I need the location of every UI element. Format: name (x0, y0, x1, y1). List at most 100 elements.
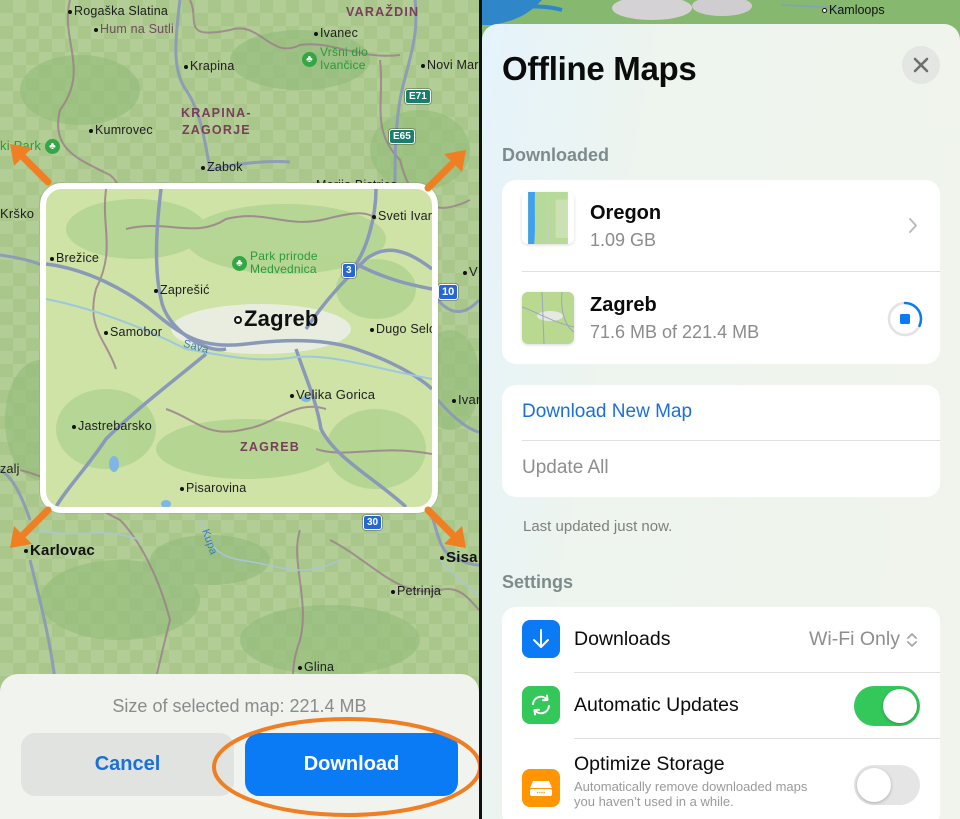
page-title: Offline Maps (502, 50, 697, 87)
map-selection-panel: Rogaška Slatina Hum na Sutli VARAŽDIN Iv… (0, 0, 479, 819)
park-label[interactable]: ♣ Park prirode Medvednica (232, 250, 318, 276)
resize-arrow-top-right-icon[interactable] (424, 146, 470, 192)
tree-icon: ♣ (232, 255, 247, 271)
place-dot-icon (89, 128, 93, 133)
stop-square-icon (900, 314, 910, 324)
map-label[interactable]: Samobor (104, 325, 162, 339)
selected-map-size: Size of selected map: 221.4 MB (112, 696, 367, 716)
close-button[interactable] (902, 46, 940, 84)
place-dot-icon (440, 556, 444, 561)
road-shield: E65 (389, 129, 415, 144)
place-dot-icon (201, 165, 205, 170)
map-region-label: KRAPINA- ZAGORJE (181, 106, 252, 137)
map-label[interactable]: Petrinja (391, 584, 441, 598)
place-dot-icon (452, 398, 456, 403)
zagreb-map-thumbnail (522, 292, 574, 344)
row-separator (522, 440, 940, 441)
map-label[interactable]: Brežice (50, 251, 99, 265)
place-dot-icon (421, 63, 425, 68)
map-label[interactable]: Krapina (184, 59, 235, 73)
actions-list: Download New Map Update All (502, 385, 940, 497)
map-region-label: VARAŽDIN (346, 5, 420, 19)
map-label[interactable]: Hum na Sutli (94, 22, 174, 36)
map-label[interactable]: Zaprešić (154, 283, 210, 297)
place-dot-icon (314, 31, 318, 36)
map-label[interactable]: Ivar (452, 392, 479, 407)
map-row-oregon[interactable]: Oregon 1.09 GB (502, 180, 940, 272)
download-new-map-button[interactable]: Download New Map (522, 401, 692, 423)
road-shield: 30 (363, 515, 383, 530)
update-all-button[interactable]: Update All (522, 457, 609, 479)
place-dot-icon (298, 665, 302, 670)
place-dot-icon (184, 64, 188, 69)
map-label[interactable]: Zabok (201, 160, 243, 174)
map-selection-area[interactable]: Sveti Ivan Zelina Brežice ♣Park prirodeM… (40, 183, 438, 513)
setting-label: Optimize Storage (574, 753, 725, 775)
setting-optimize-storage: Optimize Storage Automatically remove do… (502, 739, 940, 819)
oregon-map-thumbnail (528, 192, 568, 244)
place-dot-icon (372, 214, 376, 219)
map-label[interactable]: Pisarovina (180, 481, 246, 495)
map-region-label: ZAGREB (240, 440, 300, 454)
map-capital-label[interactable]: Zagreb (234, 306, 319, 332)
xmark-icon (913, 57, 929, 73)
place-dot-icon (94, 27, 98, 32)
toggle-knob (883, 689, 917, 723)
resize-arrow-bottom-right-icon[interactable] (424, 506, 470, 552)
downloaded-maps-list: Oregon 1.09 GB Zagreb 71.6 MB of 221.4 M… (502, 180, 940, 364)
selected-region-map (46, 189, 432, 507)
map-label[interactable]: Glina (298, 660, 334, 674)
place-dot-icon (391, 589, 395, 594)
map-label[interactable]: Jastrebarsko (72, 419, 152, 433)
settings-section-header: Settings (502, 572, 574, 592)
map-label[interactable]: Ivanec (314, 26, 358, 40)
resize-arrow-top-left-icon[interactable] (6, 140, 52, 186)
map-label[interactable]: Rogaška Slatina (68, 4, 168, 18)
setting-label: Automatic Updates (574, 694, 739, 716)
last-updated-text: Last updated just now. (523, 518, 673, 535)
place-dot-icon (822, 8, 827, 14)
offline-maps-panel: Kamloops Offline Maps Downloaded Oregon … (482, 0, 960, 819)
setting-description: Automatically remove downloaded maps you … (574, 779, 808, 809)
cancel-button[interactable]: Cancel (21, 733, 234, 796)
map-name: Oregon (590, 202, 662, 224)
map-label[interactable]: Kamloops (822, 3, 885, 17)
place-dot-icon (180, 486, 184, 491)
toggle-knob (857, 768, 891, 802)
place-dot-icon (50, 256, 54, 261)
download-button[interactable]: Download (245, 733, 458, 796)
optimize-storage-toggle[interactable] (854, 765, 920, 805)
place-dot-icon (68, 9, 72, 14)
park-label[interactable]: ♣ Vršni dio Ivančice (302, 46, 368, 72)
road-shield: E71 (405, 89, 431, 104)
map-label[interactable]: Dugo Selo (370, 322, 432, 336)
map-label[interactable]: zalj (0, 462, 20, 476)
map-label[interactable]: Velika Gorica (290, 387, 375, 402)
place-dot-icon (72, 424, 76, 429)
map-label[interactable]: Krško (0, 206, 34, 221)
map-download-progress-text: 71.6 MB of 221.4 MB (590, 322, 760, 342)
road-shield: 3 (342, 263, 356, 278)
chevron-right-icon (909, 218, 917, 233)
setting-downloads[interactable]: Downloads Wi-Fi Only (502, 607, 940, 673)
map-label[interactable]: Sveti Ivan Zelina (372, 209, 432, 223)
map-label[interactable]: V (463, 264, 478, 279)
map-label[interactable]: Kumrovec (89, 123, 153, 137)
setting-automatic-updates: Automatic Updates (502, 673, 940, 739)
settings-list: Downloads Wi-Fi Only Automatic Updates O… (502, 607, 940, 819)
offline-maps-sheet: Offline Maps Downloaded Oregon 1.09 GB Z… (482, 24, 960, 819)
map-size: 1.09 GB (590, 230, 657, 250)
place-dot-icon (370, 327, 374, 332)
place-dot-icon (290, 393, 294, 398)
place-dot-icon (463, 270, 467, 275)
stop-download-button[interactable] (886, 300, 924, 338)
map-name: Zagreb (590, 294, 657, 316)
resize-arrow-bottom-left-icon[interactable] (6, 506, 52, 552)
road-shield: 10 (438, 284, 459, 300)
downloaded-section-header: Downloaded (502, 145, 609, 165)
map-label[interactable]: Novi Mar (421, 58, 479, 72)
map-row-zagreb[interactable]: Zagreb 71.6 MB of 221.4 MB (502, 272, 940, 364)
arrow-down-icon (522, 620, 560, 658)
downloads-network-select[interactable]: Wi-Fi Only (809, 628, 900, 651)
automatic-updates-toggle[interactable] (854, 686, 920, 726)
